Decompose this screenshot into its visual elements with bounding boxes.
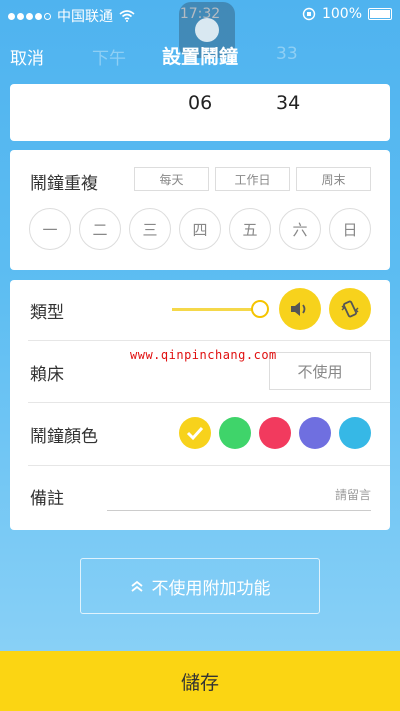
sound-toggle[interactable] [279,288,321,330]
nav-bar: 下午 33 取消 設置鬧鐘 [0,36,400,72]
snooze-select[interactable]: 不使用 [269,352,371,390]
battery-area: 100% [302,6,392,22]
day-button[interactable]: 六 [279,208,321,250]
volume-slider-track[interactable] [172,308,260,311]
color-option-red[interactable] [259,417,291,449]
chip-workdays[interactable]: 工作日 [215,167,290,191]
extra-features-label: 不使用附加功能 [151,578,271,599]
battery-percent: 100% [321,6,362,22]
chip-everyday[interactable]: 每天 [134,167,209,191]
day-button[interactable]: 三 [129,208,171,250]
page-title: 設置鬧鐘 [161,46,238,68]
day-button[interactable]: 四 [179,208,221,250]
day-button[interactable]: 二 [79,208,121,250]
color-option-yellow[interactable] [179,417,211,449]
settings-section: 類型 賴床 不使用 鬧鐘顏色 備註 請留言 [10,280,390,530]
battery-icon [368,8,392,20]
hour-value[interactable]: 06 [188,92,212,114]
color-option-blue[interactable] [339,417,371,449]
color-label: 鬧鐘顏色 [30,427,98,447]
time-picker[interactable]: 06 34 [10,84,390,141]
color-option-purple[interactable] [299,417,331,449]
type-label: 類型 [30,303,64,323]
day-button[interactable]: 一 [29,208,71,250]
color-option-green[interactable] [219,417,251,449]
snooze-label: 賴床 [30,365,64,385]
day-button[interactable]: 五 [229,208,271,250]
repeat-section: 鬧鐘重複 每天 工作日 周末 一 二 三 四 五 六 日 [10,150,390,270]
minute-value[interactable]: 34 [276,92,300,114]
divider [28,402,390,403]
chevron-up-icon [130,580,143,592]
save-button[interactable]: 儲存 [0,651,400,711]
day-button[interactable]: 日 [329,208,371,250]
watermark: www.qinpinchang.com [130,348,277,362]
divider [28,340,390,341]
divider [28,465,390,466]
note-underline [107,510,371,511]
note-label: 備註 [30,489,64,509]
vibrate-toggle[interactable] [329,288,371,330]
check-icon [186,426,204,441]
repeat-label: 鬧鐘重複 [30,174,98,194]
orientation-lock-icon [302,7,316,21]
extra-features-button[interactable]: 不使用附加功能 [80,558,320,614]
chip-weekend[interactable]: 周末 [296,167,371,191]
note-input[interactable]: 請留言 [335,486,371,503]
vibrate-icon [341,300,359,318]
speaker-icon [291,302,306,316]
volume-slider-handle[interactable] [251,300,269,318]
